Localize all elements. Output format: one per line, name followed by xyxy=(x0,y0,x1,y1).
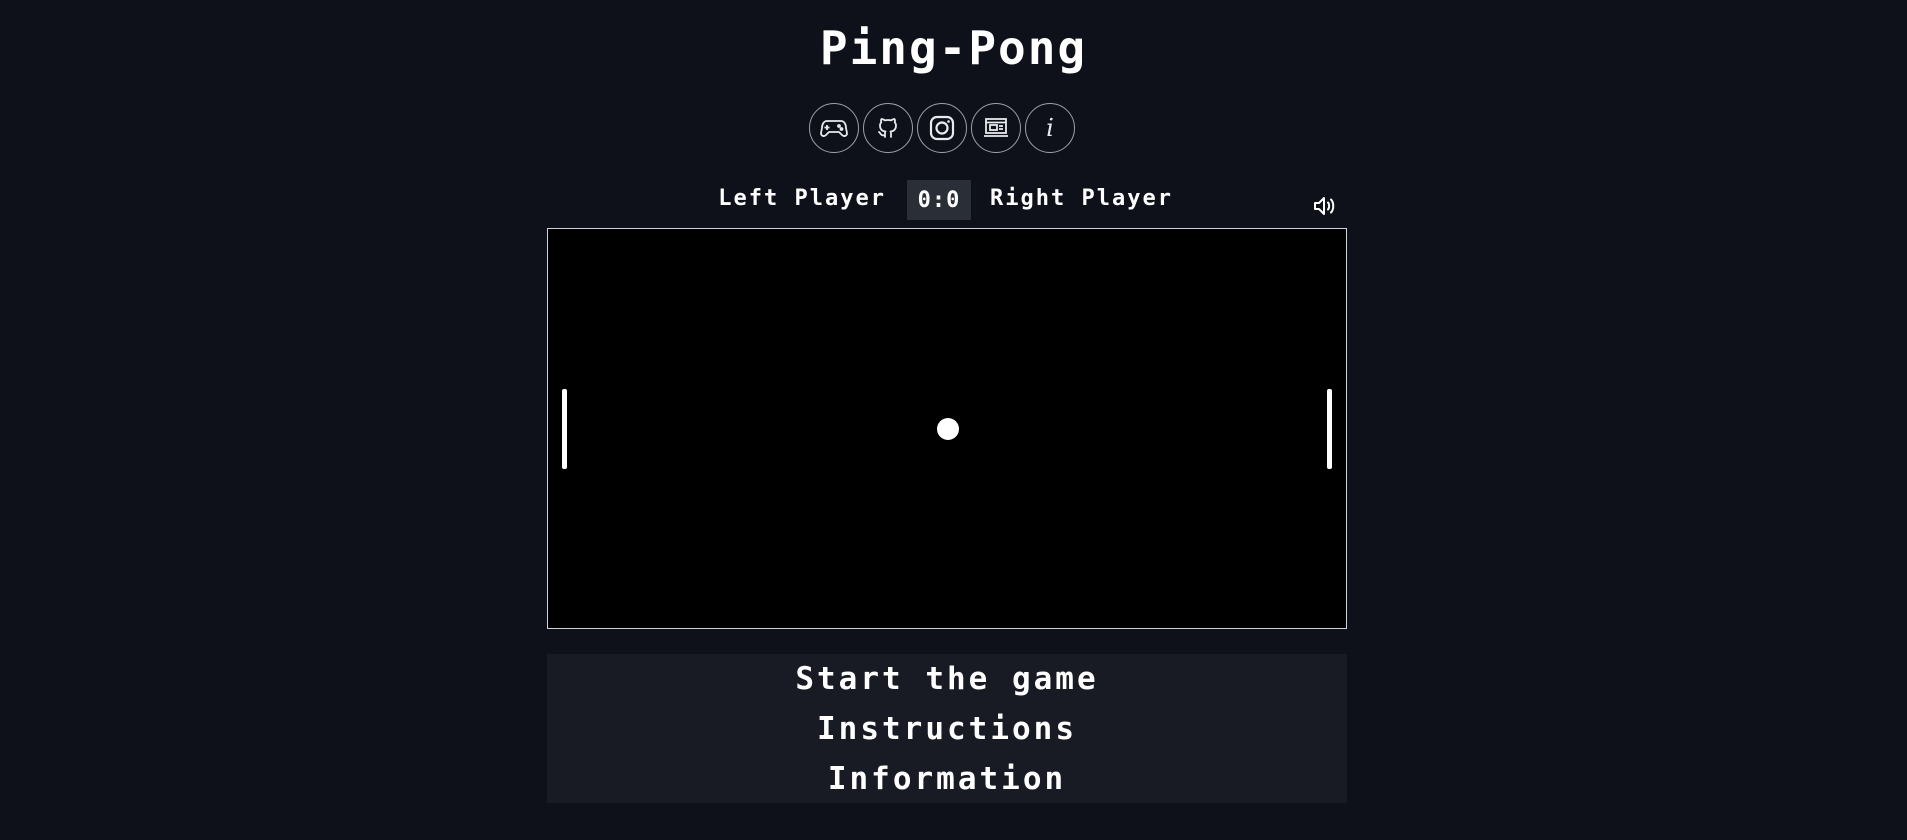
game-page: Ping-Pong i Left Player 0:0 Right Player… xyxy=(0,0,1907,840)
gamepad-icon xyxy=(820,120,848,137)
speaker-icon xyxy=(1314,197,1335,215)
github-icon xyxy=(878,118,897,138)
gamepad-link-button[interactable] xyxy=(809,103,859,153)
portfolio-icon xyxy=(984,118,1008,137)
right-paddle xyxy=(1327,389,1332,469)
sound-toggle-button[interactable] xyxy=(1310,192,1340,220)
left-player-label: Left Player xyxy=(718,186,886,211)
portfolio-link-button[interactable] xyxy=(971,103,1021,153)
score-display: 0:0 xyxy=(907,180,971,220)
main-menu: Start the game Instructions Information xyxy=(547,654,1347,803)
ball xyxy=(937,418,959,440)
game-title: Ping-Pong xyxy=(819,21,1088,75)
information-button[interactable]: Information xyxy=(547,754,1347,804)
game-board[interactable] xyxy=(547,228,1347,629)
instagram-link-button[interactable] xyxy=(917,103,967,153)
social-links: i xyxy=(809,103,1075,153)
github-link-button[interactable] xyxy=(863,103,913,153)
instructions-button[interactable]: Instructions xyxy=(547,704,1347,754)
info-icon: i xyxy=(1046,114,1054,142)
scoreboard: Left Player 0:0 Right Player xyxy=(0,180,1907,220)
right-player-label: Right Player xyxy=(990,186,1173,211)
left-paddle xyxy=(562,389,567,469)
instagram-icon xyxy=(929,115,955,141)
info-link-button[interactable]: i xyxy=(1025,103,1075,153)
start-game-button[interactable]: Start the game xyxy=(547,654,1347,704)
